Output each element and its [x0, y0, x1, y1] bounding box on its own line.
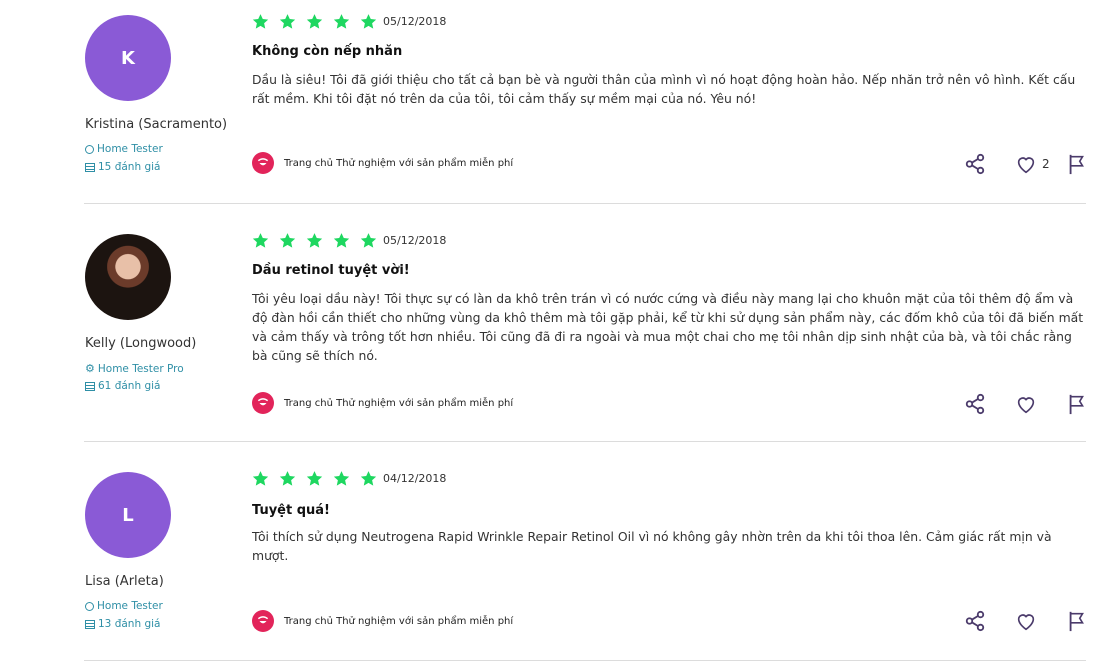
brand-logo-icon	[252, 610, 274, 632]
review-count-label: 61 đánh giá	[98, 380, 161, 392]
review-body: Dầu là siêu! Tôi đã giới thiệu cho tất c…	[252, 72, 1076, 106]
review-source: Trang chủ Thử nghiệm với sản phẩm miễn p…	[252, 152, 513, 174]
review-date: 04/12/2018	[383, 472, 447, 485]
review-count-label: 13 đánh giá	[98, 618, 161, 630]
list-icon	[85, 381, 95, 391]
gear-icon: ⚙	[85, 362, 95, 375]
review-title: Không còn nếp nhăn	[252, 44, 403, 59]
reviewer-name[interactable]: Kelly (Longwood)	[85, 336, 196, 351]
review-count: 13 đánh giá	[85, 618, 160, 630]
star-icon	[279, 471, 296, 486]
flag-icon[interactable]	[1066, 393, 1088, 415]
review-title: Dầu retinol tuyệt vời!	[252, 263, 410, 278]
list-icon	[85, 619, 95, 629]
source-label: Trang chủ Thử nghiệm với sản phẩm miễn p…	[284, 157, 514, 169]
review-title: Tuyệt quá!	[252, 503, 330, 518]
review-count-label: 15 đánh giá	[98, 161, 161, 173]
review-date: 05/12/2018	[383, 234, 447, 247]
share-icon[interactable]	[964, 393, 986, 415]
star-icon	[333, 233, 350, 248]
star-icon	[279, 14, 296, 29]
heart-icon[interactable]	[1015, 610, 1037, 632]
star-rating	[252, 232, 377, 249]
circle-icon	[85, 144, 94, 154]
brand-logo-icon	[252, 392, 274, 414]
share-icon[interactable]	[964, 610, 986, 632]
tester-badge: Home Tester	[85, 143, 163, 155]
reviewer-name[interactable]: Lisa (Arleta)	[85, 574, 164, 589]
star-icon	[252, 14, 269, 29]
source-label: Trang chủ Thử nghiệm với sản phẩm miễn p…	[284, 615, 514, 627]
badge-label: Home Tester	[97, 143, 163, 155]
badge-label: Home Tester Pro	[97, 362, 184, 375]
reviewer-name[interactable]: Kristina (Sacramento)	[85, 117, 227, 132]
review-count: 15 đánh giá	[85, 161, 160, 173]
star-icon	[306, 471, 323, 486]
avatar[interactable]	[85, 234, 171, 320]
review-count: 61 đánh giá	[85, 380, 160, 392]
star-icon	[333, 471, 350, 486]
review-body: Tôi yêu loại dầu này! Tôi thực sự có làn…	[252, 291, 1084, 363]
tester-badge: Home Tester	[85, 600, 163, 612]
divider	[84, 203, 1086, 204]
tester-badge: ⚙ Home Tester Pro	[85, 362, 184, 375]
flag-icon[interactable]	[1066, 610, 1088, 632]
star-icon	[306, 14, 323, 29]
avatar[interactable]: L	[85, 472, 171, 558]
like-count: 2	[1042, 157, 1050, 171]
review-date: 05/12/2018	[383, 15, 447, 28]
star-icon	[306, 233, 323, 248]
star-rating	[252, 13, 377, 30]
badge-label: Home Tester	[97, 600, 163, 612]
star-icon	[252, 471, 269, 486]
star-icon	[360, 233, 377, 248]
star-icon	[360, 471, 377, 486]
flag-icon[interactable]	[1066, 153, 1088, 175]
star-icon	[252, 233, 269, 248]
star-rating	[252, 470, 377, 487]
review-body: Tôi thích sử dụng Neutrogena Rapid Wrink…	[252, 529, 1052, 563]
review-source: Trang chủ Thử nghiệm với sản phẩm miễn p…	[252, 392, 513, 414]
star-icon	[360, 14, 377, 29]
source-label: Trang chủ Thử nghiệm với sản phẩm miễn p…	[284, 397, 514, 409]
heart-icon[interactable]	[1015, 153, 1037, 175]
circle-icon	[85, 601, 94, 611]
share-icon[interactable]	[964, 153, 986, 175]
brand-logo-icon	[252, 152, 274, 174]
avatar[interactable]: K	[85, 15, 171, 101]
heart-icon[interactable]	[1015, 393, 1037, 415]
divider	[84, 441, 1086, 442]
list-icon	[85, 162, 95, 172]
divider	[84, 660, 1086, 661]
review-source: Trang chủ Thử nghiệm với sản phẩm miễn p…	[252, 610, 513, 632]
star-icon	[333, 14, 350, 29]
star-icon	[279, 233, 296, 248]
